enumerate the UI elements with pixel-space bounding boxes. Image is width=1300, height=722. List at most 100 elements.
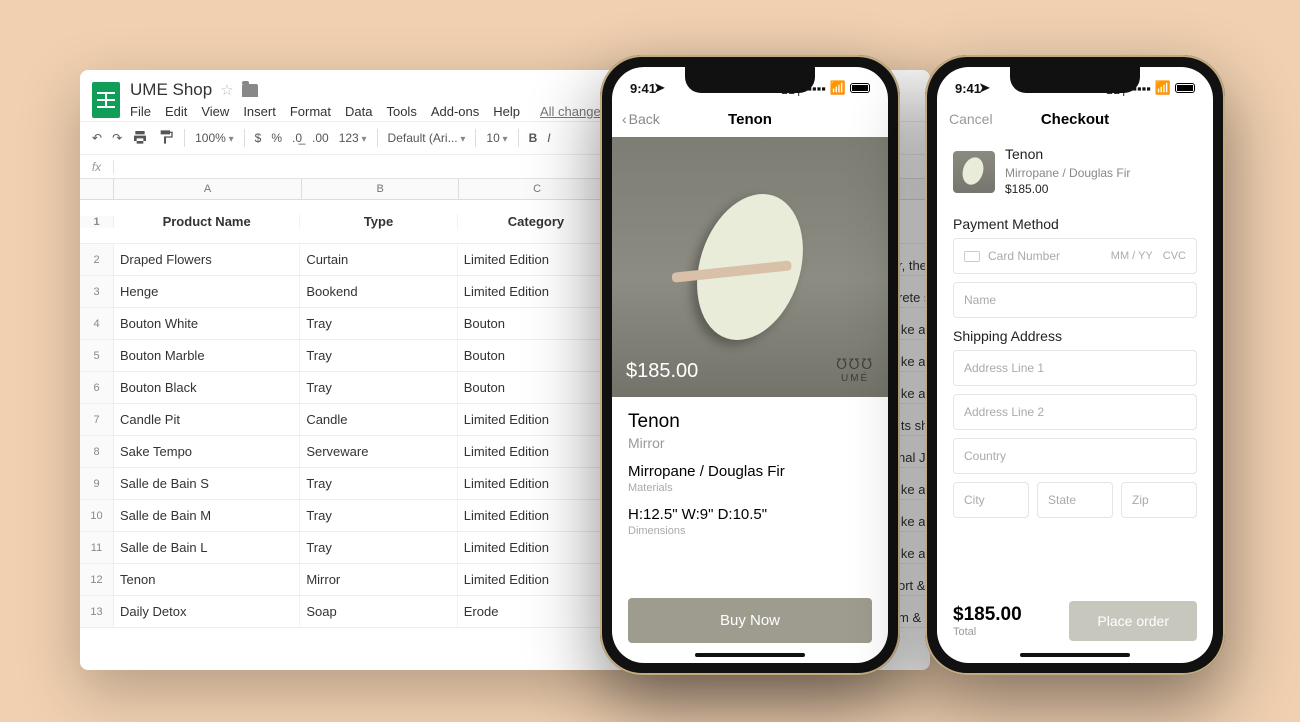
menu-format[interactable]: Format (290, 104, 331, 119)
cell[interactable]: Serveware (300, 436, 457, 467)
row-number[interactable]: 7 (80, 404, 114, 435)
header-cell[interactable]: Category (458, 214, 615, 229)
cell[interactable]: Erode (458, 596, 615, 627)
cell[interactable]: Mirror (300, 564, 457, 595)
row-number[interactable]: 2 (80, 244, 114, 275)
font-select[interactable]: Default (Ari... (388, 131, 466, 145)
increase-decimal-button[interactable]: .00 (312, 131, 329, 145)
cell[interactable]: Sake Tempo (114, 436, 300, 467)
back-button[interactable]: ‹ Back (622, 111, 660, 127)
row-number[interactable]: 13 (80, 596, 114, 627)
cell[interactable]: Tray (300, 468, 457, 499)
menu-tools[interactable]: Tools (386, 104, 416, 119)
buy-now-button[interactable]: Buy Now (628, 598, 872, 643)
cell[interactable]: Candle Pit (114, 404, 300, 435)
row-number[interactable]: 3 (80, 276, 114, 307)
menu-insert[interactable]: Insert (243, 104, 276, 119)
menu-data[interactable]: Data (345, 104, 372, 119)
doc-title[interactable]: UME Shop (130, 80, 212, 100)
place-order-button[interactable]: Place order (1069, 601, 1197, 641)
print-icon[interactable] (132, 129, 148, 148)
expiry-input[interactable]: MM / YY (1111, 250, 1153, 262)
cell[interactable]: Tray (300, 532, 457, 563)
row-number[interactable]: 5 (80, 340, 114, 371)
cell[interactable]: Salle de Bain L (114, 532, 300, 563)
number-format-select[interactable]: 123 (339, 131, 367, 145)
address2-input[interactable]: Address Line 2 (953, 394, 1197, 430)
cell[interactable]: Limited Edition (458, 532, 615, 563)
cell[interactable]: Limited Edition (458, 500, 615, 531)
name-input[interactable]: Name (953, 282, 1197, 318)
cell[interactable]: Tenon (114, 564, 300, 595)
cell[interactable]: Salle de Bain M (114, 500, 300, 531)
status-time: 9:41 (630, 81, 656, 96)
row-number[interactable]: 12 (80, 564, 114, 595)
cell[interactable]: Candle (300, 404, 457, 435)
header-cell[interactable]: Product Name (114, 214, 300, 229)
card-number-input[interactable]: Card Number MM / YYCVC (953, 238, 1197, 274)
row-number[interactable]: 4 (80, 308, 114, 339)
cell[interactable]: Salle de Bain S (114, 468, 300, 499)
row-number[interactable]: 9 (80, 468, 114, 499)
cvc-input[interactable]: CVC (1163, 250, 1186, 262)
col-header-a[interactable]: A (114, 179, 302, 199)
cell[interactable]: Limited Edition (458, 276, 615, 307)
cell[interactable]: Tray (300, 308, 457, 339)
cell[interactable]: Bouton (458, 372, 615, 403)
cell[interactable]: Tray (300, 340, 457, 371)
cell[interactable]: Curtain (300, 244, 457, 275)
home-indicator[interactable] (1020, 653, 1130, 657)
redo-icon[interactable]: ↷ (112, 131, 122, 145)
cell[interactable]: Tray (300, 372, 457, 403)
state-input[interactable]: State (1037, 482, 1113, 518)
zoom-select[interactable]: 100% (195, 131, 234, 145)
cell[interactable]: Bookend (300, 276, 457, 307)
cell[interactable]: Limited Edition (458, 404, 615, 435)
paint-format-icon[interactable] (158, 129, 174, 148)
cell[interactable]: Limited Edition (458, 436, 615, 467)
product-type: Mirror (628, 435, 872, 451)
location-icon: ➤ (654, 80, 665, 96)
row-number[interactable]: 6 (80, 372, 114, 403)
menu-file[interactable]: File (130, 104, 151, 119)
cell[interactable]: Bouton White (114, 308, 300, 339)
cell[interactable]: Limited Edition (458, 564, 615, 595)
row-number[interactable]: 1 (80, 216, 114, 228)
bold-button[interactable]: B (529, 131, 538, 145)
cell[interactable]: Soap (300, 596, 457, 627)
cell[interactable]: Bouton Marble (114, 340, 300, 371)
home-indicator[interactable] (695, 653, 805, 657)
col-header-c[interactable]: C (459, 179, 616, 199)
menu-add-ons[interactable]: Add-ons (431, 104, 479, 119)
decrease-decimal-button[interactable]: .0̲ (292, 131, 302, 145)
undo-icon[interactable]: ↶ (92, 131, 102, 145)
address1-input[interactable]: Address Line 1 (953, 350, 1197, 386)
zip-input[interactable]: Zip (1121, 482, 1197, 518)
city-input[interactable]: City (953, 482, 1029, 518)
font-size-select[interactable]: 10 (486, 131, 507, 145)
cell[interactable]: Limited Edition (458, 468, 615, 499)
folder-icon[interactable] (242, 84, 258, 97)
col-header-b[interactable]: B (302, 179, 459, 199)
menu-edit[interactable]: Edit (165, 104, 187, 119)
percent-button[interactable]: % (271, 131, 282, 145)
country-input[interactable]: Country (953, 438, 1197, 474)
header-cell[interactable]: Type (300, 214, 457, 229)
cell[interactable]: Tray (300, 500, 457, 531)
row-number[interactable]: 11 (80, 532, 114, 563)
cell[interactable]: Bouton Black (114, 372, 300, 403)
menu-help[interactable]: Help (493, 104, 520, 119)
currency-button[interactable]: $ (255, 131, 262, 145)
cancel-button[interactable]: Cancel (949, 111, 993, 127)
row-number[interactable]: 10 (80, 500, 114, 531)
cell[interactable]: Bouton (458, 308, 615, 339)
cell[interactable]: Limited Edition (458, 244, 615, 275)
italic-button[interactable]: I (547, 131, 550, 145)
row-number[interactable]: 8 (80, 436, 114, 467)
star-icon[interactable]: ☆ (220, 81, 233, 99)
cell[interactable]: Bouton (458, 340, 615, 371)
cell[interactable]: Daily Detox (114, 596, 300, 627)
menu-view[interactable]: View (201, 104, 229, 119)
cell[interactable]: Draped Flowers (114, 244, 300, 275)
cell[interactable]: Henge (114, 276, 300, 307)
